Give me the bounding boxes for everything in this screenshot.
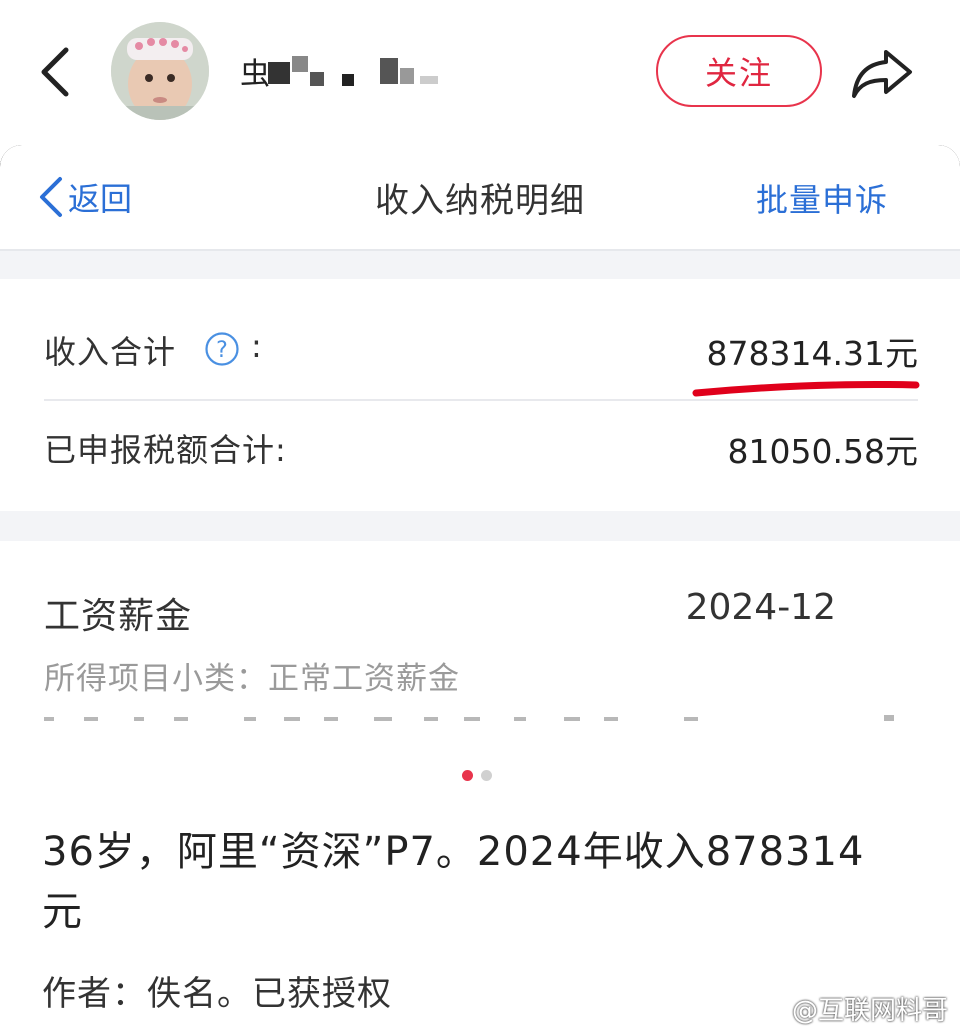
follow-button[interactable]: 关注	[656, 35, 822, 107]
help-icon[interactable]: ?	[204, 331, 240, 367]
tax-total-value: 81050.58元	[727, 432, 918, 471]
post-title: 36岁，阿里“资深”P7。2024年收入878314元	[42, 829, 865, 935]
watermark-text: @互联网料哥	[791, 996, 948, 1026]
weibo-watermark: @互联网料哥	[792, 990, 948, 1027]
avatar[interactable]	[111, 22, 209, 120]
baby-photo	[111, 22, 209, 120]
income-total-value: 878314.31元	[706, 334, 918, 373]
image-pager[interactable]	[462, 770, 492, 781]
income-item-card[interactable]: 工资薪金 2024-12 所得项目小类：正常工资薪金	[0, 541, 960, 725]
item-subcategory: 所得项目小类：正常工资薪金	[44, 661, 460, 697]
post-header: 虫 关注	[0, 0, 960, 145]
item-title: 工资薪金	[44, 596, 193, 637]
batch-appeal-button[interactable]: 批量申诉	[756, 175, 888, 221]
svg-text:虫: 虫	[240, 57, 270, 92]
income-total-row: 收入合计 ? : 878314.31元	[44, 327, 918, 377]
pager-dot[interactable]	[481, 770, 492, 781]
tax-total-row: 已申报税额合计: 81050.58元	[44, 425, 918, 475]
svg-text:?: ?	[216, 338, 228, 363]
username-obscured[interactable]: 虫	[240, 52, 460, 92]
share-icon[interactable]	[850, 46, 914, 100]
red-highlight-underline	[692, 380, 920, 397]
app-nav-bar: 返回 收入纳税明细 批量申诉	[0, 145, 960, 251]
tax-detail-screenshot[interactable]: 返回 收入纳税明细 批量申诉 收入合计 ? : 878314.31元 已申报税额…	[0, 145, 960, 725]
tax-total-label: 已申报税额合计:	[44, 431, 287, 469]
income-total-label: 收入合计	[44, 333, 177, 371]
pager-dot-active[interactable]	[462, 770, 473, 781]
post-author: 作者：佚名。已获授权	[42, 974, 392, 1014]
back-arrow-icon[interactable]	[36, 46, 76, 98]
item-date: 2024-12	[685, 587, 836, 628]
cropped-text-line	[44, 715, 894, 721]
income-colon: :	[251, 327, 262, 365]
